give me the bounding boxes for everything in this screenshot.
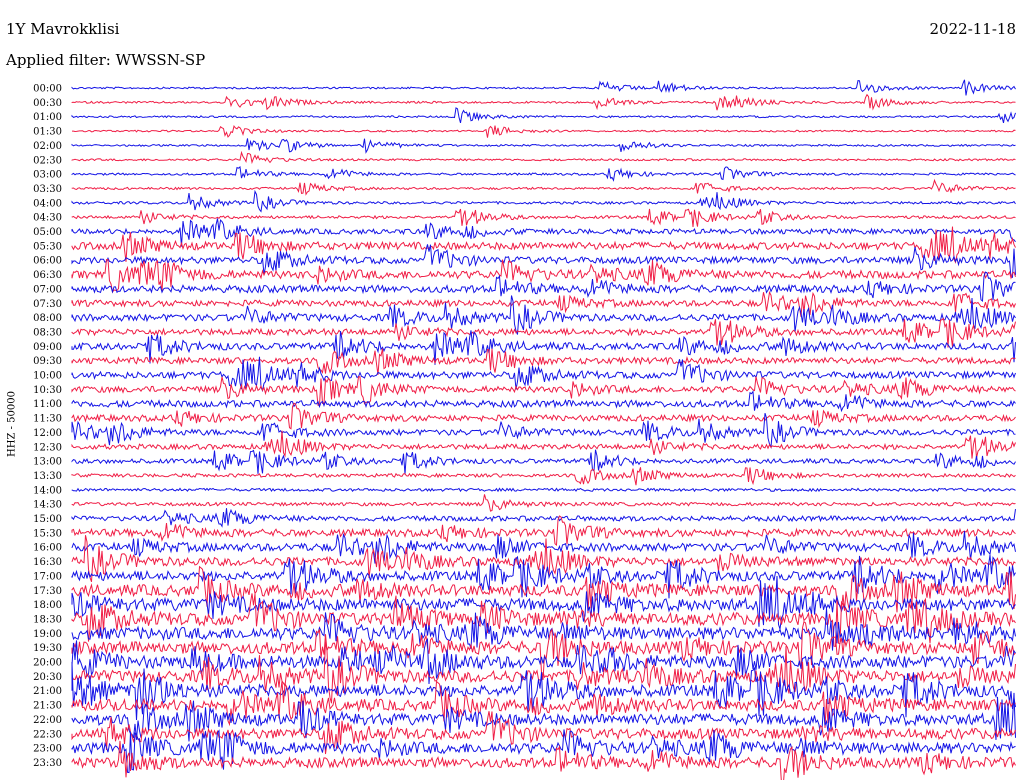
trace-line [71, 166, 1016, 182]
trace-line [71, 449, 1016, 475]
trace-line [71, 93, 1016, 111]
row-time-label: 03:30 [33, 184, 62, 195]
row-time-label: 06:00 [33, 256, 62, 267]
row-time-label: 17:00 [33, 571, 62, 582]
row-time-label: 22:00 [33, 715, 62, 726]
row-time-label: 10:30 [33, 385, 62, 396]
trace-line [71, 107, 1016, 124]
trace-line [71, 150, 1016, 165]
row-time-label: 19:00 [33, 629, 62, 640]
row-time-label: 14:30 [33, 500, 62, 511]
trace-line [71, 178, 1016, 196]
trace-line [71, 494, 1016, 512]
trace-line [72, 124, 1016, 138]
row-time-label: 08:30 [33, 327, 62, 338]
row-time-label: 16:30 [33, 557, 62, 568]
trace-line [71, 575, 1016, 630]
row-time-label: 17:30 [33, 586, 62, 597]
trace-line [71, 508, 1016, 528]
row-time-label: 20:00 [33, 658, 62, 669]
row-time-label: 01:00 [33, 112, 62, 123]
row-time-label: 15:00 [33, 514, 62, 525]
row-time-label: 09:30 [33, 356, 62, 367]
row-time-label: 04:30 [33, 213, 62, 224]
row-time-label: 02:00 [33, 141, 62, 152]
row-time-label: 13:30 [33, 471, 62, 482]
row-time-label: 03:00 [33, 170, 62, 181]
trace-line [71, 487, 1016, 493]
trace-line [71, 208, 1016, 227]
row-time-label: 13:00 [33, 457, 62, 468]
row-time-label: 11:00 [33, 399, 62, 410]
row-time-label: 12:00 [33, 428, 62, 439]
row-time-label: 21:30 [33, 701, 62, 712]
trace-line [71, 189, 1016, 213]
trace-line [71, 467, 1016, 486]
trace-line [71, 79, 1016, 96]
row-time-label: 00:30 [33, 98, 62, 109]
row-time-label: 02:30 [33, 155, 62, 166]
row-time-label: 06:30 [33, 270, 62, 281]
row-time-label: 11:30 [33, 414, 62, 425]
row-time-label: 05:30 [33, 241, 62, 252]
trace-line [71, 138, 1016, 154]
row-time-label: 08:00 [33, 313, 62, 324]
row-time-label: 15:30 [33, 528, 62, 539]
trace-line [71, 402, 1016, 430]
trace-line [71, 348, 1016, 375]
row-time-label: 16:00 [33, 543, 62, 554]
row-time-label: 09:00 [33, 342, 62, 353]
row-time-label: 00:00 [33, 84, 62, 95]
trace-line [71, 530, 1016, 564]
row-time-label: 18:30 [33, 614, 62, 625]
row-time-label: 10:00 [33, 371, 62, 382]
row-time-label: 07:00 [33, 284, 62, 295]
row-time-label: 05:00 [33, 227, 62, 238]
row-time-label: 23:30 [33, 758, 62, 769]
helicorder-plot: 00:00 00:30 01:00 01:30 02:00 02:30 03:00 03:30… [33, 79, 1016, 780]
row-time-label: 20:30 [33, 672, 62, 683]
row-time-label: 14:00 [33, 485, 62, 496]
row-time-label: 21:00 [33, 686, 62, 697]
row-time-label: 07:30 [33, 299, 62, 310]
row-time-label: 12:30 [33, 442, 62, 453]
row-time-label: 19:30 [33, 643, 62, 654]
row-time-label: 01:30 [33, 127, 62, 138]
row-time-label: 23:00 [33, 744, 62, 755]
row-time-label: 22:30 [33, 729, 62, 740]
row-time-label: 04:00 [33, 198, 62, 209]
trace-line [71, 430, 1016, 459]
trace-line [71, 290, 1016, 317]
trace-line [71, 390, 1016, 413]
row-time-label: 18:00 [33, 600, 62, 611]
trace-line [71, 218, 1016, 247]
trace-line [71, 317, 1016, 348]
